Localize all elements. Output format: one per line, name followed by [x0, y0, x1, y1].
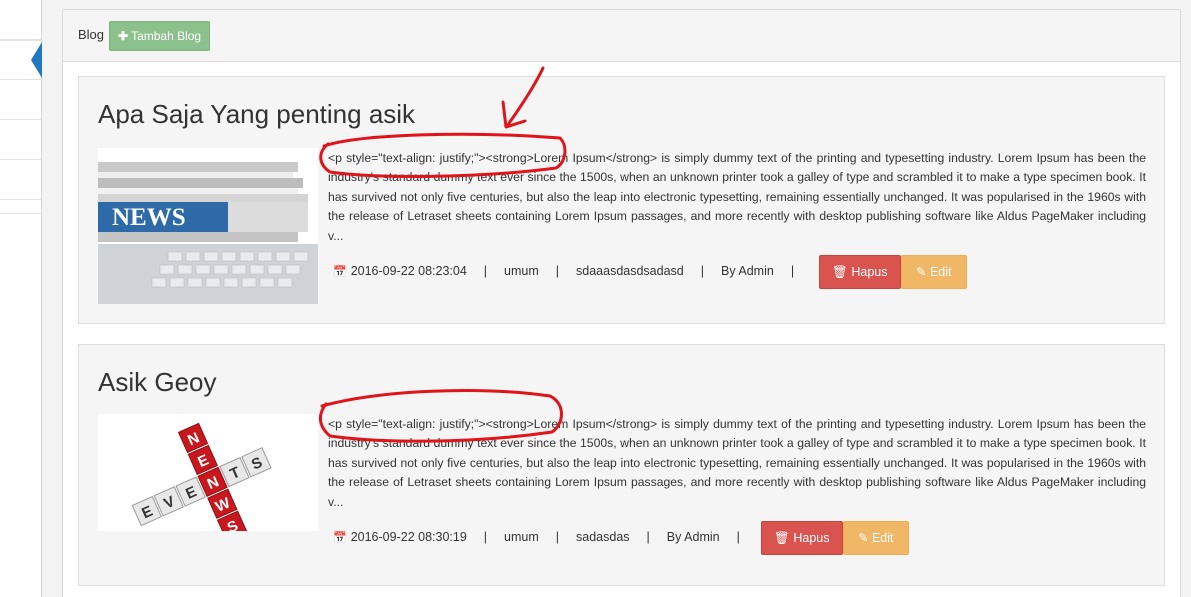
meta-separator: | — [646, 530, 650, 544]
meta-separator: | — [700, 264, 704, 278]
meta-separator: | — [736, 530, 740, 544]
edit-icon: ✎ — [916, 265, 927, 279]
blog-post-card: Asik Geoy E V E N T S N E W S <p style="… — [78, 344, 1165, 586]
add-blog-button[interactable]: ✚ Tambah Blog — [109, 21, 211, 51]
trash-icon: 🗑 — [774, 531, 790, 545]
post-category: umum — [504, 530, 539, 544]
delete-button[interactable]: 🗑 Hapus — [761, 521, 843, 555]
post-title: Asik Geoy — [98, 367, 217, 397]
sidebar-item[interactable] — [0, 160, 41, 200]
post-excerpt: <p style="text-align: justify;"><strong>… — [328, 151, 1146, 243]
meta-separator: | — [483, 530, 488, 544]
edit-button[interactable]: ✎ Edit — [901, 255, 967, 289]
meta-separator: | — [790, 264, 795, 278]
post-tags: sadasdas — [576, 530, 630, 544]
calendar-icon: 📅 — [333, 531, 347, 544]
edit-button[interactable]: ✎ Edit — [843, 521, 909, 555]
meta-separator: | — [555, 264, 560, 278]
edit-label: Edit — [871, 531, 894, 545]
edit-icon: ✎ — [858, 531, 869, 545]
post-date: 2016-09-22 08:30:19 — [350, 530, 467, 544]
post-title: Apa Saja Yang penting asik — [98, 99, 416, 129]
blog-post-card: Apa Saja Yang penting asik NEWS <p style… — [78, 76, 1165, 324]
meta-separator: | — [483, 264, 488, 278]
events-news-thumbnail: E V E N T S N E W S — [98, 414, 318, 531]
post-meta: 📅 2016-09-22 08:30:19 | umum | sadasdas … — [333, 530, 757, 544]
sidebar-divider — [0, 200, 41, 214]
meta-separator: | — [555, 530, 560, 544]
edit-label: Edit — [929, 265, 952, 279]
panel-header: Blog ✚ Tambah Blog — [63, 10, 1180, 62]
post-author: By Admin — [666, 530, 720, 544]
blog-panel: Blog ✚ Tambah Blog Apa Saja Yang penting … — [62, 9, 1181, 597]
post-author: By Admin — [721, 264, 774, 278]
post-meta: 📅 2016-09-22 08:23:04 | umum | sdaaasdas… — [333, 264, 811, 278]
trash-icon: 🗑 — [832, 265, 848, 279]
panel-title: Blog — [78, 27, 105, 42]
post-excerpt: <p style="text-align: justify;"><strong>… — [328, 417, 1146, 509]
news-thumbnail: NEWS — [98, 148, 318, 304]
post-tags: sdaaasdasdsadasd — [576, 264, 684, 278]
delete-label: Hapus — [793, 531, 830, 545]
sidebar-item[interactable] — [0, 0, 41, 40]
thumbnail-news-text: NEWS — [112, 204, 186, 231]
plus-icon: ✚ — [118, 29, 129, 43]
sidebar-item[interactable] — [0, 120, 41, 160]
sidebar-item[interactable] — [0, 80, 41, 120]
add-blog-label: Tambah Blog — [131, 29, 202, 43]
active-indicator-icon — [31, 42, 42, 78]
calendar-icon: 📅 — [333, 265, 347, 278]
post-date: 2016-09-22 08:23:04 — [350, 264, 467, 278]
sidebar — [0, 0, 42, 597]
post-category: umum — [504, 264, 539, 278]
delete-button[interactable]: 🗑 Hapus — [819, 255, 901, 289]
delete-label: Hapus — [851, 265, 888, 279]
